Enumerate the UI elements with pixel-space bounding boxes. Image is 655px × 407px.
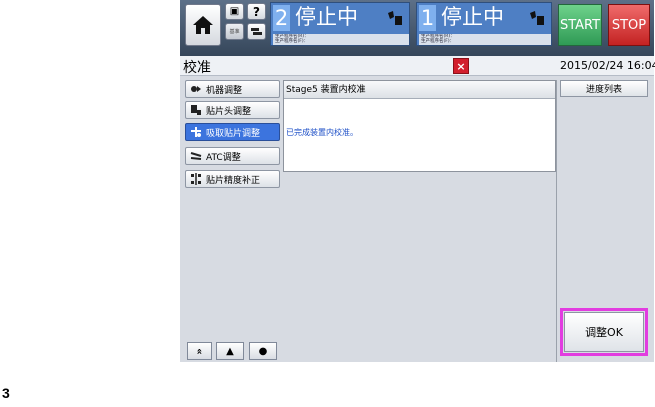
divider: [556, 80, 557, 362]
menu-item-head-adjust[interactable]: 贴片头调整: [185, 101, 280, 119]
head-adjust-icon: [191, 105, 201, 115]
menu-item-pickup-place-adjust[interactable]: 吸取贴片调整: [185, 123, 280, 141]
stage-2-program-front: 生产程序名(F)：: [275, 39, 309, 44]
stage-1-program-info: 生产程序名(R)： 生产程序名(F)：: [419, 34, 551, 45]
pickup-place-adjust-icon: [191, 127, 201, 137]
stage-1-program-front: 生产程序名(F)：: [421, 39, 455, 44]
info-icon: ●: [258, 345, 268, 357]
content-header: Stage5 装置内校准: [284, 81, 555, 99]
calibration-content-panel: Stage5 装置内校准 已完成装置内校准。: [283, 80, 556, 172]
home-icon: [193, 16, 213, 34]
machine-status-icon: [388, 11, 402, 25]
adjust-ok-button[interactable]: 调整OK: [564, 312, 644, 352]
mode-button[interactable]: 基准: [225, 23, 244, 40]
progress-list-button[interactable]: 进度列表: [560, 80, 648, 97]
warning-icon: ▲: [226, 345, 234, 357]
feeder-icon: [251, 27, 262, 35]
mode-label: 基准: [229, 29, 240, 35]
atc-icon: [190, 152, 202, 160]
close-button[interactable]: ×: [453, 58, 469, 74]
menu-item-machine-adjust[interactable]: 机器调整: [185, 80, 280, 98]
menu-item-atc-adjust[interactable]: ATC调整: [185, 147, 280, 165]
title-bar: 校准 × 2015/02/24 16:04: [180, 56, 655, 76]
menu-item-accuracy-correction[interactable]: 贴片精度补正: [185, 170, 280, 188]
stage-1-status: 停止中: [441, 5, 504, 29]
page-title: 校准: [183, 60, 211, 76]
document-button[interactable]: ▣: [225, 3, 244, 20]
stage-1-panel[interactable]: 1 停止中 生产程序名(R)： 生产程序名(F)：: [416, 2, 552, 46]
status-message: 已完成装置内校准。: [286, 128, 358, 137]
help-button[interactable]: ?: [247, 3, 266, 20]
top-bar: ▣ ? 基准 2 停止中 生产程序名(R)： 生产程序名(F)： 1 停止中 生…: [180, 0, 654, 56]
menu-item-label: 吸取贴片调整: [206, 128, 261, 139]
machine-status-icon: [530, 11, 544, 25]
feeder-button[interactable]: [247, 23, 266, 40]
stage-2-panel[interactable]: 2 停止中 生产程序名(R)： 生产程序名(F)：: [270, 2, 410, 46]
datetime: 2015/02/24 16:04: [560, 59, 655, 72]
help-icon: ?: [253, 4, 260, 19]
menu-item-label: ATC调整: [206, 152, 241, 163]
stage-2-program-info: 生产程序名(R)： 生产程序名(F)：: [273, 34, 409, 45]
start-button[interactable]: START: [558, 4, 602, 46]
page-number: 3: [2, 385, 10, 401]
machine-screen: ▣ ? 基准 2 停止中 生产程序名(R)： 生产程序名(F)： 1 停止中 生…: [180, 0, 655, 362]
accuracy-correction-icon: [191, 173, 201, 185]
document-icon: ▣: [229, 6, 240, 17]
menu-item-label: 贴片精度补正: [206, 175, 261, 186]
stage-2-status: 停止中: [295, 5, 358, 29]
home-button[interactable]: [185, 4, 221, 46]
collapse-button[interactable]: «: [187, 342, 212, 360]
warning-button[interactable]: ▲: [216, 342, 244, 360]
menu-item-label: 贴片头调整: [206, 106, 252, 117]
close-icon: ×: [456, 59, 466, 73]
stop-button[interactable]: STOP: [608, 4, 650, 46]
double-chevron-up-icon: «: [194, 347, 205, 355]
machine-adjust-icon: [191, 86, 201, 92]
info-button[interactable]: ●: [249, 342, 277, 360]
stage-1-number: 1: [419, 5, 436, 31]
menu-item-label: 机器调整: [206, 85, 243, 96]
stage-2-number: 2: [273, 5, 290, 31]
